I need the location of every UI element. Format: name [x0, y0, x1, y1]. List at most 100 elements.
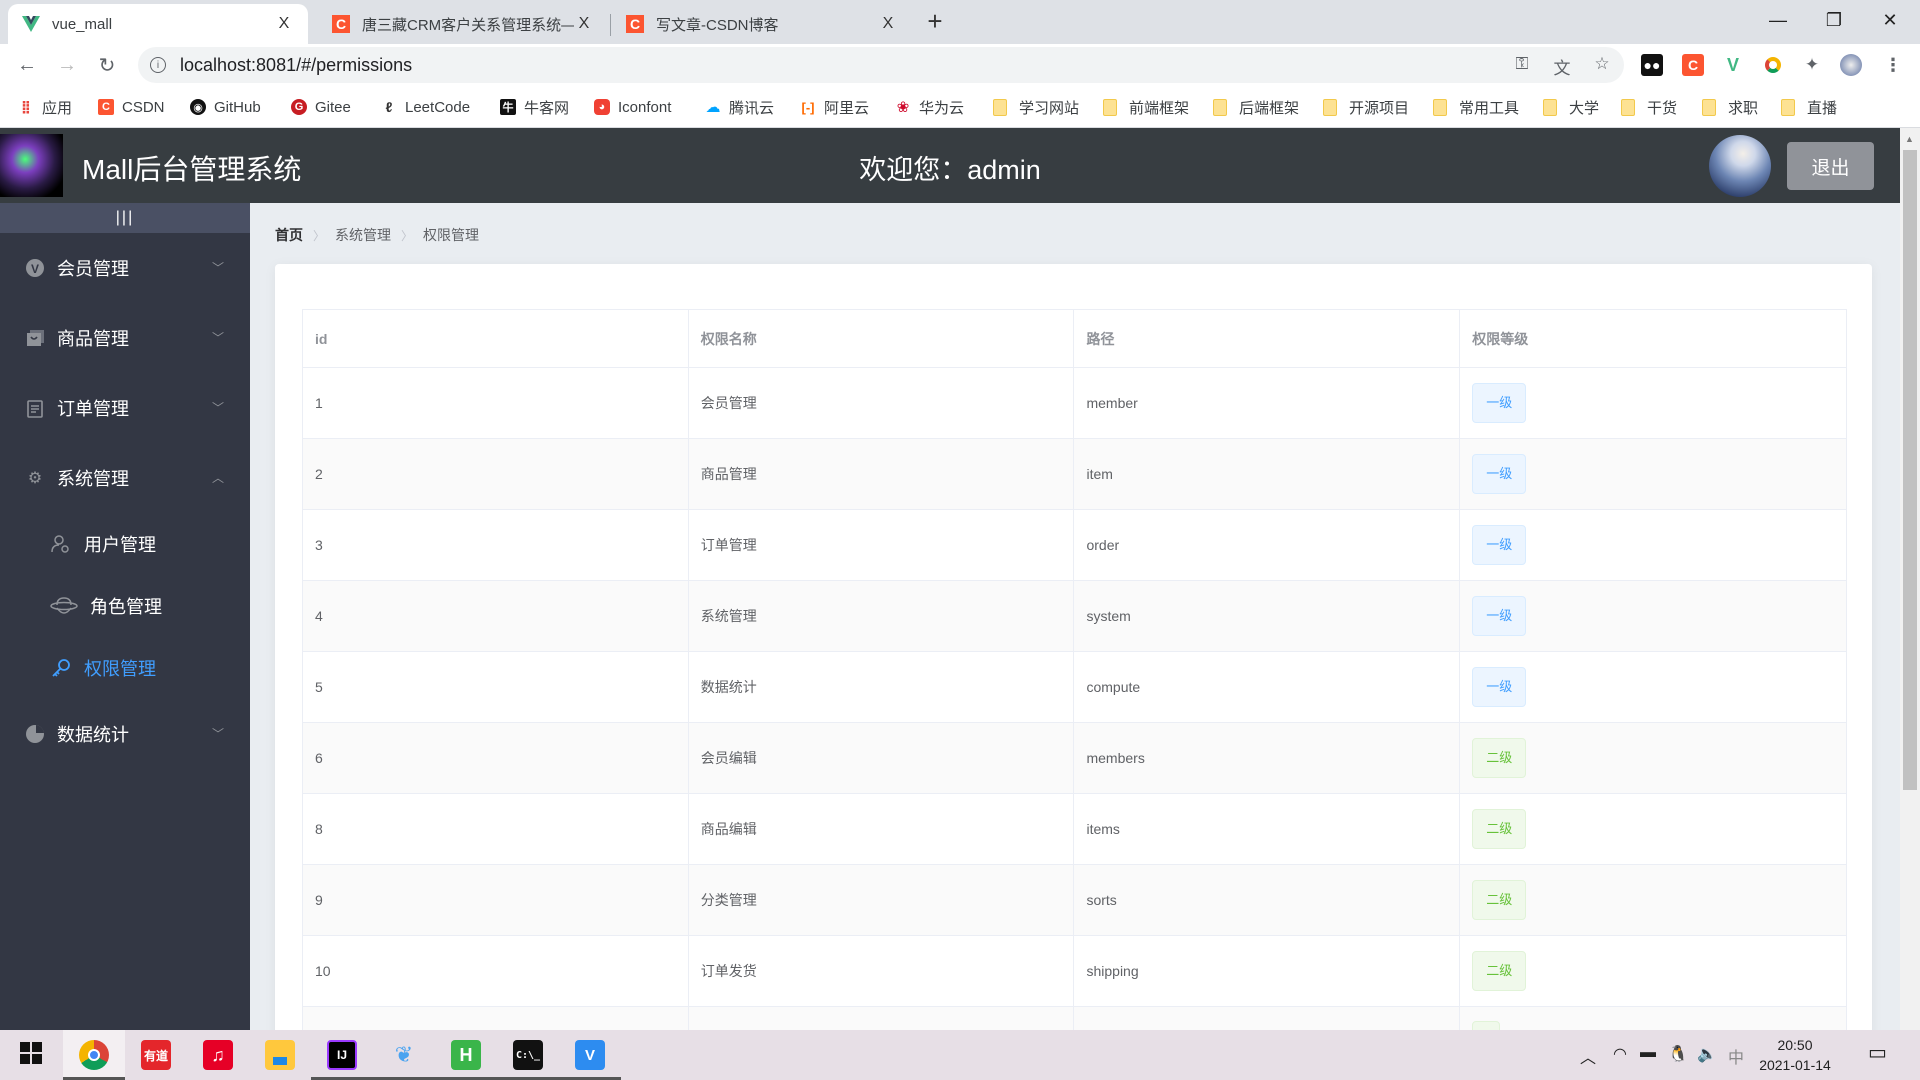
- page-scrollbar[interactable]: ▲: [1900, 128, 1920, 1030]
- start-button[interactable]: [0, 1030, 62, 1080]
- table-row: 8 商品编辑 items 二级: [302, 793, 1847, 865]
- csdn-extension-icon[interactable]: C: [1682, 54, 1704, 76]
- bookmark-github[interactable]: ◉ GitHub: [190, 96, 261, 118]
- cell-id: [302, 1006, 689, 1030]
- folder-icon: [1702, 98, 1716, 116]
- tampermonkey-icon[interactable]: ●●: [1641, 54, 1663, 76]
- close-window-button[interactable]: ✕: [1862, 0, 1918, 40]
- cell-name: 商品编辑: [687, 793, 1075, 865]
- bookmark-folder[interactable]: 前端框架: [1103, 96, 1189, 118]
- bookmark-folder[interactable]: 后端框架: [1213, 96, 1299, 118]
- breadcrumb-separator-icon: 〉: [401, 228, 414, 243]
- cell-path: [1073, 1006, 1461, 1030]
- bookmark-iconfont[interactable]: ◕ Iconfont: [594, 96, 671, 118]
- bookmark-gitee[interactable]: G Gitee: [291, 96, 351, 118]
- submenu-roles[interactable]: 角色管理: [0, 575, 250, 637]
- qq-icon[interactable]: 🐧: [1668, 1044, 1688, 1064]
- main-content: 首页 〉 系统管理 〉 权限管理 id 权限名称 路径 权限等级 1 会员管理 me…: [250, 203, 1900, 1030]
- site-info-icon[interactable]: i: [150, 57, 166, 73]
- taskbar-file-explorer[interactable]: [249, 1030, 311, 1080]
- system-clock[interactable]: 20:50 2021-01-14: [1740, 1035, 1850, 1075]
- tab-title: vue_mall: [52, 15, 113, 33]
- bookmark-folder[interactable]: 干货: [1621, 96, 1677, 118]
- bookmark-folder[interactable]: 大学: [1543, 96, 1599, 118]
- close-tab-icon[interactable]: X: [274, 15, 294, 33]
- browser-chrome: vue_mall X C 唐三藏CRM客户关系管理系统— X C 写文章-CSD…: [0, 0, 1920, 128]
- minimize-button[interactable]: —: [1750, 0, 1806, 40]
- chrome-extension-icon[interactable]: [1762, 54, 1784, 76]
- taskbar-vscode[interactable]: V: [559, 1030, 621, 1080]
- bookmark-star-icon[interactable]: ☆: [1590, 54, 1614, 74]
- bookmark-leetcode[interactable]: ℓ LeetCode: [381, 96, 470, 118]
- level-tag: 二级: [1472, 738, 1527, 778]
- menu-orders[interactable]: 订单管理 ﹀: [0, 373, 250, 443]
- bookmark-folder[interactable]: 求职: [1702, 96, 1758, 118]
- cell-level: 一级: [1459, 580, 1847, 652]
- user-avatar[interactable]: [1709, 135, 1771, 197]
- bookmark-folder[interactable]: 开源项目: [1323, 96, 1409, 118]
- close-tab-icon[interactable]: X: [574, 15, 594, 33]
- tab-csdn-write[interactable]: C 写文章-CSDN博客 X: [612, 4, 912, 44]
- cell-path: member: [1073, 367, 1461, 439]
- taskbar-navicat[interactable]: ❦: [373, 1030, 435, 1080]
- bookmark-csdn[interactable]: C CSDN: [98, 96, 165, 118]
- tray-overflow-icon[interactable]: ︿: [1580, 1044, 1596, 1068]
- submenu-permissions[interactable]: 权限管理: [0, 637, 250, 699]
- forward-button[interactable]: →: [52, 50, 82, 80]
- cell-id: 2: [302, 438, 689, 510]
- taskbar-hbuilder[interactable]: H: [435, 1030, 497, 1080]
- scroll-up-arrow-icon[interactable]: ▲: [1905, 134, 1914, 144]
- cell-name: 分类管理: [687, 864, 1075, 936]
- menu-statistics[interactable]: 数据统计 ﹀: [0, 699, 250, 769]
- scrollbar-thumb[interactable]: [1903, 150, 1917, 790]
- tab-vue-mall[interactable]: vue_mall X: [8, 4, 308, 44]
- menu-system[interactable]: ⚙ 系统管理 ︿: [0, 443, 250, 513]
- taskbar-chrome[interactable]: [63, 1030, 125, 1080]
- taskbar-netease-music[interactable]: ♫: [187, 1030, 249, 1080]
- key-icon: [50, 657, 72, 679]
- wifi-icon[interactable]: ◠: [1613, 1044, 1627, 1064]
- bookmark-folder[interactable]: 常用工具: [1433, 96, 1519, 118]
- taskbar-youdao[interactable]: 有道: [125, 1030, 187, 1080]
- url-text[interactable]: localhost:8081/#/permissions: [180, 55, 412, 76]
- restore-button[interactable]: ❐: [1806, 0, 1862, 40]
- notification-center-icon[interactable]: ▭: [1868, 1040, 1887, 1065]
- cell-level: 一级: [1459, 367, 1847, 439]
- new-tab-button[interactable]: +: [920, 6, 950, 37]
- translate-icon[interactable]: 文: [1550, 54, 1574, 79]
- tab-crm[interactable]: C 唐三藏CRM客户关系管理系统— X: [318, 4, 608, 44]
- sidebar-collapse-toggle[interactable]: |||: [0, 203, 250, 233]
- vue-devtools-icon[interactable]: V: [1722, 54, 1744, 76]
- address-bar[interactable]: i localhost:8081/#/permissions ⚿ 文 ☆: [138, 47, 1624, 83]
- bookmark-folder[interactable]: 学习网站: [993, 96, 1079, 118]
- bookmark-huawei-cloud[interactable]: ❀ 华为云: [895, 96, 964, 118]
- taskbar-intellij[interactable]: IJ: [311, 1030, 373, 1080]
- cell-path: order: [1073, 509, 1461, 581]
- table-row: 2 商品管理 item 一级: [302, 438, 1847, 510]
- profile-avatar-icon[interactable]: [1840, 54, 1862, 76]
- bookmark-tencent-cloud[interactable]: ☁ 腾讯云: [705, 96, 775, 118]
- bookmark-nowcoder[interactable]: 牛牛客网: [500, 96, 569, 118]
- breadcrumb-separator-icon: 〉: [313, 228, 326, 243]
- table-row: 1 会员管理 member 一级: [302, 367, 1847, 439]
- menu-member[interactable]: V 会员管理 ﹀: [0, 233, 250, 303]
- bookmark-apps[interactable]: ⣿ 应用: [18, 96, 72, 118]
- breadcrumb-home[interactable]: 首页: [275, 225, 303, 245]
- bookmark-folder[interactable]: 直播: [1781, 96, 1837, 118]
- submenu-users[interactable]: 用户管理: [0, 513, 250, 575]
- password-key-icon[interactable]: ⚿: [1510, 54, 1534, 74]
- taskbar-terminal[interactable]: C:\_: [497, 1030, 559, 1080]
- battery-icon[interactable]: ▬: [1640, 1044, 1656, 1062]
- menu-goods[interactable]: 商品管理 ﹀: [0, 303, 250, 373]
- menu-dots-icon[interactable]: ⋮: [1882, 54, 1904, 76]
- bookmark-aliyun[interactable]: [-] 阿里云: [800, 96, 870, 118]
- netease-music-icon: ♫: [203, 1040, 233, 1070]
- level-tag: 一级: [1472, 383, 1527, 423]
- extensions-puzzle-icon[interactable]: ✦: [1801, 54, 1823, 76]
- logout-button[interactable]: 退出: [1787, 142, 1874, 190]
- table-row: 3 订单管理 order 一级: [302, 509, 1847, 581]
- volume-icon[interactable]: 🔈: [1697, 1044, 1717, 1064]
- back-button[interactable]: ←: [12, 50, 42, 80]
- reload-button[interactable]: ↻: [92, 50, 122, 80]
- close-tab-icon[interactable]: X: [878, 15, 898, 33]
